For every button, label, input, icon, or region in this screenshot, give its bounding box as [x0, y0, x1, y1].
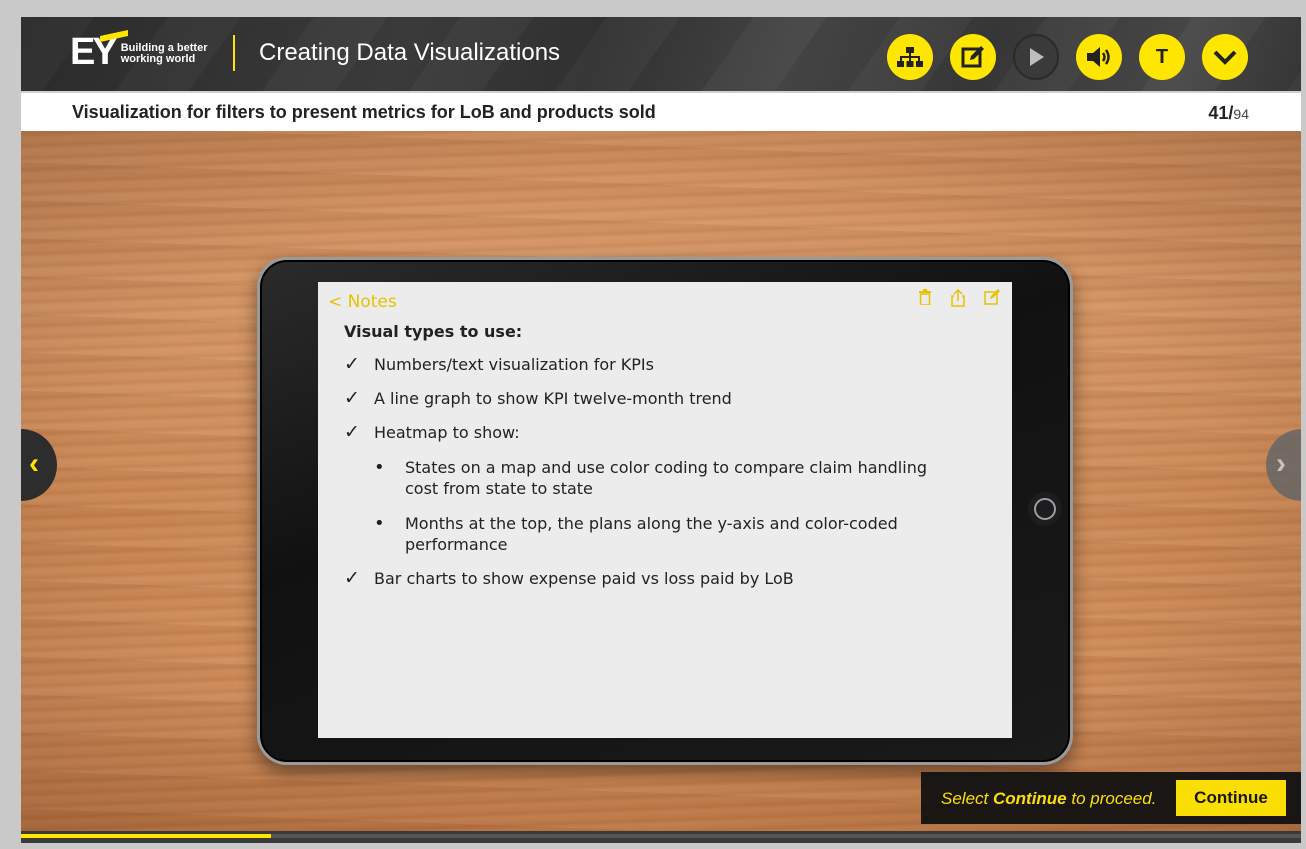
slide-counter: 41/94 — [1208, 103, 1249, 123]
slide-title-bar: Visualization for filters to present met… — [21, 91, 1301, 131]
chevron-left-icon: ‹ — [29, 447, 39, 480]
checklist-text: Numbers/text visualization for KPIs — [374, 355, 654, 374]
course-player: EY Building a better working world Creat… — [21, 17, 1301, 843]
chevron-right-icon: › — [1276, 447, 1286, 480]
checkmark-icon: ✓ — [344, 421, 360, 443]
continue-keyword: Continue — [992, 789, 1067, 808]
tagline-line-2: working world — [120, 53, 196, 65]
checklist-item: ✓ Heatmap to show: — [344, 421, 984, 443]
checklist-item: ✓ Numbers/text visualization for KPIs — [344, 353, 984, 375]
progress-bar — [21, 831, 1301, 843]
checkmark-icon: ✓ — [344, 353, 360, 375]
notes-heading: Visual types to use: — [344, 322, 523, 341]
continue-button[interactable]: Continue — [1176, 780, 1286, 816]
bullet-text: Months at the top, the plans along the y… — [405, 514, 898, 554]
bullet-icon: • — [374, 513, 385, 534]
next-slide-button[interactable]: › — [1266, 429, 1301, 501]
checklist-text: Bar charts to show expense paid vs loss … — [374, 569, 794, 588]
checkmark-icon: ✓ — [344, 387, 360, 409]
transcript-icon: T — [1155, 45, 1169, 68]
transcript-button[interactable]: T — [1139, 34, 1185, 80]
bullet-item: • Months at the top, the plans along the … — [344, 513, 915, 555]
notes-button[interactable] — [950, 34, 996, 80]
share-icon — [951, 289, 965, 307]
slide-title: Visualization for filters to present met… — [72, 102, 656, 122]
logo-mark: EY — [70, 30, 128, 71]
notes-edit-icon — [961, 46, 984, 68]
checklist-text: A line graph to show KPI twelve-month tr… — [374, 389, 732, 408]
play-icon — [1030, 48, 1044, 66]
notes-content: Visual types to use: ✓ Numbers/text visua… — [344, 322, 984, 603]
checklist-item: ✓ A line graph to show KPI twelve-month t… — [344, 387, 984, 409]
more-button[interactable] — [1202, 34, 1248, 80]
continue-prefix: Select — [941, 789, 993, 808]
logo-divider — [233, 35, 235, 71]
tablet-device: < Notes Visual types to use: ✓ Numbers/te… — [257, 257, 1073, 765]
checklist-text: Heatmap to show: — [374, 423, 520, 442]
header: EY Building a better working world Creat… — [21, 17, 1301, 91]
notes-back-label: < Notes — [328, 292, 397, 312]
play-button[interactable] — [1013, 34, 1059, 80]
progress-fill — [21, 834, 271, 838]
sitemap-icon — [897, 47, 923, 67]
bullet-text: States on a map and use color coding to … — [405, 458, 927, 498]
volume-button[interactable] — [1076, 34, 1122, 80]
continue-message: Select Continue to proceed. — [941, 789, 1156, 809]
logo-tagline: Building a better working world — [121, 43, 208, 65]
toolbar: T — [887, 34, 1248, 80]
course-title: Creating Data Visualizations — [259, 39, 561, 66]
notes-toolbar — [918, 289, 1000, 307]
chevron-down-icon — [1213, 50, 1237, 65]
menu-button[interactable] — [887, 34, 933, 80]
compose-icon — [984, 289, 1000, 305]
bullet-icon: • — [374, 457, 385, 478]
notes-screen: < Notes Visual types to use: ✓ Numbers/te… — [318, 282, 1012, 738]
previous-slide-button[interactable]: ‹ — [21, 429, 57, 501]
continue-prompt: Select Continue to proceed. Continue — [921, 772, 1301, 824]
continue-suffix: to proceed. — [1066, 789, 1157, 808]
slide-current: 41 — [1208, 103, 1229, 123]
home-button — [1028, 492, 1062, 526]
ey-logo: EY Building a better working world — [70, 30, 208, 71]
home-ring — [1034, 498, 1056, 520]
checklist-item: ✓ Bar charts to show expense paid vs loss… — [344, 567, 984, 589]
trash-icon — [919, 289, 931, 305]
volume-icon — [1087, 47, 1110, 67]
bullet-item: • States on a map and use color coding to… — [344, 457, 965, 499]
slide-total: 94 — [1233, 106, 1249, 122]
checkmark-icon: ✓ — [344, 567, 360, 589]
slide-stage: < Notes Visual types to use: ✓ Numbers/te… — [21, 131, 1301, 831]
